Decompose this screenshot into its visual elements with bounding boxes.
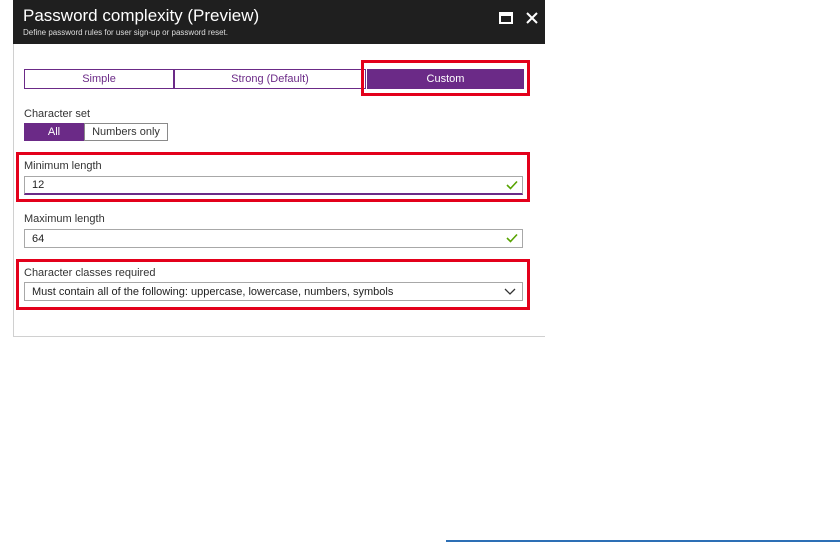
maximum-length-input[interactable]: 64 [24, 229, 523, 248]
blade-subtitle: Define password rules for user sign-up o… [23, 28, 228, 37]
checkmark-icon [506, 180, 518, 190]
maximum-length-label: Maximum length [24, 213, 105, 225]
close-icon[interactable] [523, 9, 541, 27]
chevron-down-icon [504, 288, 516, 295]
charset-numbers-only-toggle[interactable]: Numbers only [84, 123, 168, 141]
checkmark-icon [506, 233, 518, 243]
charset-all-toggle[interactable]: All [24, 123, 84, 141]
blade-title: Password complexity (Preview) [23, 6, 260, 25]
maximize-icon[interactable] [497, 9, 515, 27]
blade-header: Password complexity (Preview) Define pas… [13, 0, 545, 44]
character-classes-label: Character classes required [24, 267, 156, 279]
character-classes-value: Must contain all of the following: upper… [32, 285, 394, 298]
tab-strong-default[interactable]: Strong (Default) [174, 69, 366, 89]
minimum-length-value: 12 [32, 179, 45, 191]
maximum-length-value: 64 [32, 232, 45, 245]
character-classes-select[interactable]: Must contain all of the following: upper… [24, 282, 523, 301]
tab-simple[interactable]: Simple [24, 69, 174, 89]
minimum-length-label: Minimum length [24, 160, 102, 172]
minimum-length-input[interactable]: 12 [24, 176, 523, 195]
character-set-label: Character set [24, 108, 91, 120]
tab-custom[interactable]: Custom [367, 69, 524, 89]
divider-line [446, 540, 840, 542]
